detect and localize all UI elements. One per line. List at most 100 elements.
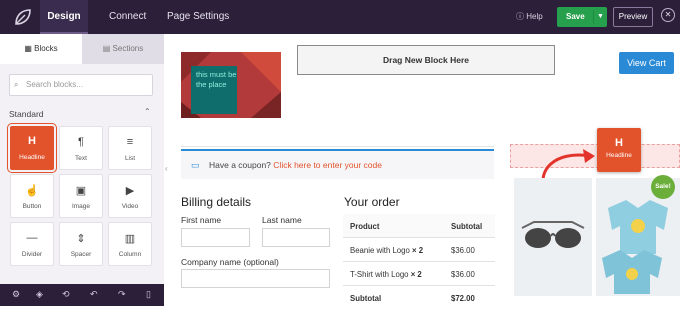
tab-blocks[interactable]: ▦ Blocks: [0, 34, 82, 64]
dragged-headline-block[interactable]: H Headline: [597, 128, 641, 172]
row-qty: × 2: [410, 270, 422, 279]
header-product: Product: [350, 222, 380, 231]
order-title: Your order: [344, 195, 400, 209]
top-bar: Design Connect Page Settings ⓘ Help Save…: [0, 0, 680, 34]
header-subtotal: Subtotal: [451, 222, 483, 231]
billing-title: Billing details: [181, 195, 252, 209]
sale-badge: Sale!: [651, 175, 675, 199]
first-name-label: First name: [181, 215, 222, 225]
block-text[interactable]: ¶ Text: [59, 126, 103, 170]
chevron-down-icon[interactable]: ▼: [593, 10, 604, 24]
hero-image[interactable]: this must be the place: [181, 52, 281, 118]
blocks-icon: ▦: [24, 44, 32, 53]
product-image-sunglasses[interactable]: [514, 178, 592, 296]
company-name-field[interactable]: [181, 269, 330, 288]
coupon-text: Have a coupon?: [209, 160, 271, 170]
spacer-icon: ⇕: [76, 233, 86, 245]
settings-icon[interactable]: ⚙: [12, 289, 20, 300]
block-button[interactable]: ☝ Button: [10, 174, 54, 218]
image-icon: ▣: [75, 185, 87, 197]
block-list[interactable]: ≡ List: [108, 126, 152, 170]
drag-new-block-zone[interactable]: Drag New Block Here: [297, 45, 555, 75]
bottom-toolbar: ⚙ ◈ ⟲ ↶ ↷ ▯: [0, 284, 164, 306]
coupon-link[interactable]: Click here to enter your code: [273, 160, 382, 170]
sections-icon: ▤: [102, 44, 111, 53]
block-spacer[interactable]: ⇕ Spacer: [59, 222, 103, 266]
last-name-field[interactable]: [262, 228, 330, 247]
tab-sections-label: Sections: [112, 44, 144, 53]
columns-icon: ▥: [124, 233, 136, 245]
layers-icon[interactable]: ◈: [36, 289, 43, 300]
block-label: Button: [22, 203, 42, 210]
block-label: Column: [118, 251, 142, 258]
table-header: Product Subtotal: [343, 214, 495, 238]
row-product: Beanie with Logo × 2: [350, 246, 423, 255]
subtotal-value: $72.00: [451, 294, 475, 303]
sidebar: ▦ Blocks ▤ Sections ⌕ Search blocks... S…: [0, 34, 164, 284]
seedprod-logo-icon[interactable]: [12, 7, 34, 27]
tab-sections[interactable]: ▤ Sections: [82, 34, 164, 64]
calendar-icon: ▭: [191, 160, 200, 170]
block-headline[interactable]: H Headline: [7, 123, 57, 173]
sidebar-collapse-handle[interactable]: ‹: [164, 34, 173, 306]
first-name-field[interactable]: [181, 228, 250, 247]
block-label: Text: [75, 155, 87, 162]
group-label-standard: Standard: [9, 109, 44, 119]
block-label: Headline: [19, 154, 45, 161]
heading-icon: H: [28, 135, 36, 147]
coupon-notice: ▭ Have a coupon? Click here to enter you…: [181, 149, 494, 179]
close-icon[interactable]: ✕: [661, 8, 675, 22]
dragged-block-label: Headline: [606, 152, 632, 159]
block-divider[interactable]: — Divider: [10, 222, 54, 266]
company-name-label: Company name (optional): [181, 257, 279, 267]
hero-image-sign: this must be the place: [191, 66, 237, 114]
row-qty: × 2: [412, 246, 424, 255]
block-image[interactable]: ▣ Image: [59, 174, 103, 218]
list-icon: ≡: [126, 136, 134, 148]
row-subtotal: $36.00: [451, 270, 475, 279]
paragraph-icon: ¶: [78, 136, 84, 148]
help-link[interactable]: ⓘ Help: [516, 11, 543, 22]
block-label: Image: [71, 203, 91, 210]
table-row: Beanie with Logo × 2 $36.00: [343, 238, 495, 262]
table-row: T-Shirt with Logo × 2 $36.00: [343, 262, 495, 286]
tab-design[interactable]: Design: [40, 0, 88, 34]
block-label: Divider: [21, 251, 43, 258]
last-name-label: Last name: [262, 215, 302, 225]
undo-icon[interactable]: ↶: [90, 289, 98, 300]
block-label: Video: [121, 203, 139, 210]
divider-icon: —: [26, 232, 38, 244]
chevron-up-icon[interactable]: ⌃: [144, 107, 151, 116]
divider: [181, 146, 494, 147]
row-product-name: T-Shirt with Logo: [350, 270, 409, 279]
page-canvas: this must be the place Drag New Block He…: [173, 34, 680, 306]
tab-page-settings[interactable]: Page Settings: [167, 0, 229, 34]
subtotal-label: Subtotal: [350, 294, 382, 303]
search-placeholder: Search blocks...: [26, 80, 83, 89]
order-table: Product Subtotal Beanie with Logo × 2 $3…: [343, 214, 495, 310]
block-column[interactable]: ▥ Column: [108, 222, 152, 266]
hand-pointer-icon: ☝: [25, 185, 39, 197]
sunglasses-icon: [521, 221, 585, 248]
redo-icon[interactable]: ↷: [118, 289, 126, 300]
block-label: List: [124, 155, 136, 162]
tab-connect[interactable]: Connect: [109, 0, 146, 34]
block-video[interactable]: ▶ Video: [108, 174, 152, 218]
heading-icon: H: [615, 137, 623, 149]
row-subtotal: $36.00: [451, 246, 475, 255]
help-icon: ⓘ: [516, 12, 524, 21]
search-icon: ⌕: [14, 80, 19, 89]
row-product: T-Shirt with Logo × 2: [350, 270, 422, 279]
video-icon: ▶: [125, 185, 135, 197]
search-input[interactable]: ⌕ Search blocks...: [9, 74, 153, 96]
row-product-name: Beanie with Logo: [350, 246, 410, 255]
history-icon[interactable]: ⟲: [62, 289, 70, 300]
save-button[interactable]: Save ▼: [557, 7, 607, 27]
block-label: Spacer: [70, 251, 92, 258]
mobile-preview-icon[interactable]: ▯: [146, 289, 151, 300]
tab-blocks-label: Blocks: [34, 44, 58, 53]
help-label: Help: [526, 12, 543, 21]
preview-button[interactable]: Preview: [613, 7, 653, 27]
save-label: Save: [566, 12, 585, 21]
view-cart-button[interactable]: View Cart: [619, 52, 674, 74]
